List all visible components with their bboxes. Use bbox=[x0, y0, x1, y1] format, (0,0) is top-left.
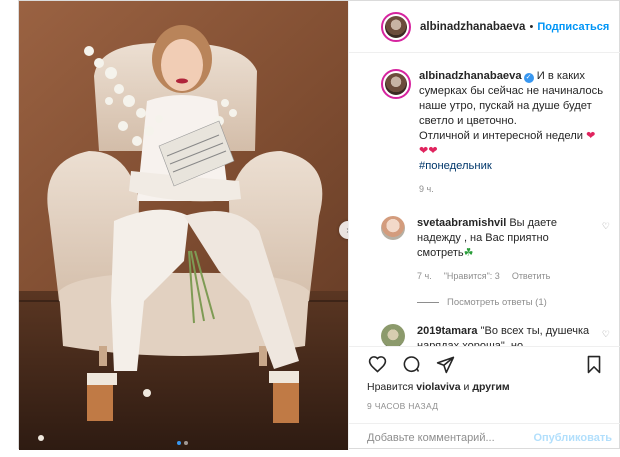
header-separator: • bbox=[529, 20, 534, 33]
comment-input[interactable] bbox=[367, 431, 534, 444]
carousel-dot bbox=[184, 441, 188, 445]
liker-username[interactable]: violaviva bbox=[416, 381, 460, 393]
likes-prefix: Нравится bbox=[367, 381, 417, 393]
avatar[interactable] bbox=[381, 324, 405, 346]
photo-illustration bbox=[19, 1, 348, 450]
view-replies-button[interactable]: Посмотреть ответы (1) bbox=[417, 297, 610, 308]
carousel-indicator bbox=[177, 441, 188, 445]
heart-icon[interactable] bbox=[367, 354, 387, 374]
avatar[interactable] bbox=[381, 11, 411, 42]
follow-button[interactable]: Подписаться bbox=[537, 21, 609, 33]
add-comment-bar: Опубликовать bbox=[349, 423, 620, 451]
comment-meta: 7 ч. "Нравится": 3 Ответить bbox=[417, 271, 610, 281]
post-timestamp: 9 ЧАСОВ НАЗАД bbox=[367, 401, 439, 411]
likes-summary: Нравится violaviva и другим bbox=[367, 381, 620, 393]
like-small-icon[interactable]: ♡ bbox=[602, 329, 610, 340]
header-username[interactable]: albinadzhanabaeva bbox=[420, 21, 525, 33]
post-sidebar: albinadzhanabaeva • Подписаться albinadz… bbox=[348, 1, 620, 450]
comment-text: 2019tamara "Во всех ты, душечка нарядах … bbox=[417, 324, 610, 346]
action-bar bbox=[367, 347, 620, 381]
post-caption: albinadzhanabaeva ✓ И в каких сумерках бы… bbox=[381, 53, 610, 194]
like-small-icon[interactable]: ♡ bbox=[602, 221, 610, 232]
comment-timestamp: 7 ч. bbox=[417, 271, 432, 281]
caption-text: albinadzhanabaeva ✓ И в каких сумерках бы… bbox=[419, 69, 610, 174]
view-replies-label: Посмотреть ответы (1) bbox=[447, 297, 547, 308]
instagram-post: › albinadzhanabaeva • Подписаться albina… bbox=[18, 0, 620, 450]
heart-emoji: ❤ bbox=[586, 130, 596, 142]
clover-emoji: ☘ bbox=[463, 247, 474, 259]
comment-item: svetaabramishvil Вы даете надежду , на В… bbox=[381, 216, 610, 308]
verified-icon: ✓ bbox=[523, 73, 534, 83]
reply-button[interactable]: Ответить bbox=[512, 271, 550, 281]
comment-item: 2019tamara "Во всех ты, душечка нарядах … bbox=[381, 324, 610, 346]
share-icon[interactable] bbox=[435, 354, 455, 374]
comment-username[interactable]: 2019tamara bbox=[417, 325, 478, 337]
comment-text: svetaabramishvil Вы даете надежду , на В… bbox=[417, 216, 610, 261]
carousel-dot bbox=[177, 441, 181, 445]
bookmark-icon[interactable] bbox=[584, 354, 604, 374]
avatar[interactable] bbox=[381, 216, 405, 240]
caption-body-2: Отличной и интересной недели bbox=[419, 130, 587, 142]
comment-icon[interactable] bbox=[401, 354, 421, 374]
post-header: albinadzhanabaeva • Подписаться bbox=[349, 1, 620, 53]
likes-others-link[interactable]: другим bbox=[472, 381, 509, 393]
caption-username[interactable]: albinadzhanabaeva bbox=[419, 70, 522, 82]
avatar[interactable] bbox=[381, 69, 411, 99]
caption-timestamp: 9 ч. bbox=[419, 184, 434, 194]
comment-username[interactable]: svetaabramishvil bbox=[417, 217, 506, 229]
post-photo[interactable]: › bbox=[19, 1, 348, 450]
comments-section: albinadzhanabaeva ✓ И в каких сумерках бы… bbox=[349, 53, 620, 346]
post-actions: Нравится violaviva и другим 9 ЧАСОВ НАЗА… bbox=[349, 346, 620, 450]
comment-likes-count[interactable]: "Нравится": 3 bbox=[444, 271, 500, 281]
likes-and: и bbox=[460, 381, 473, 393]
divider bbox=[417, 302, 439, 303]
publish-button[interactable]: Опубликовать bbox=[533, 432, 612, 444]
heart-emoji: ❤❤ bbox=[419, 145, 438, 157]
hashtag-link[interactable]: #понедельник bbox=[419, 159, 610, 174]
